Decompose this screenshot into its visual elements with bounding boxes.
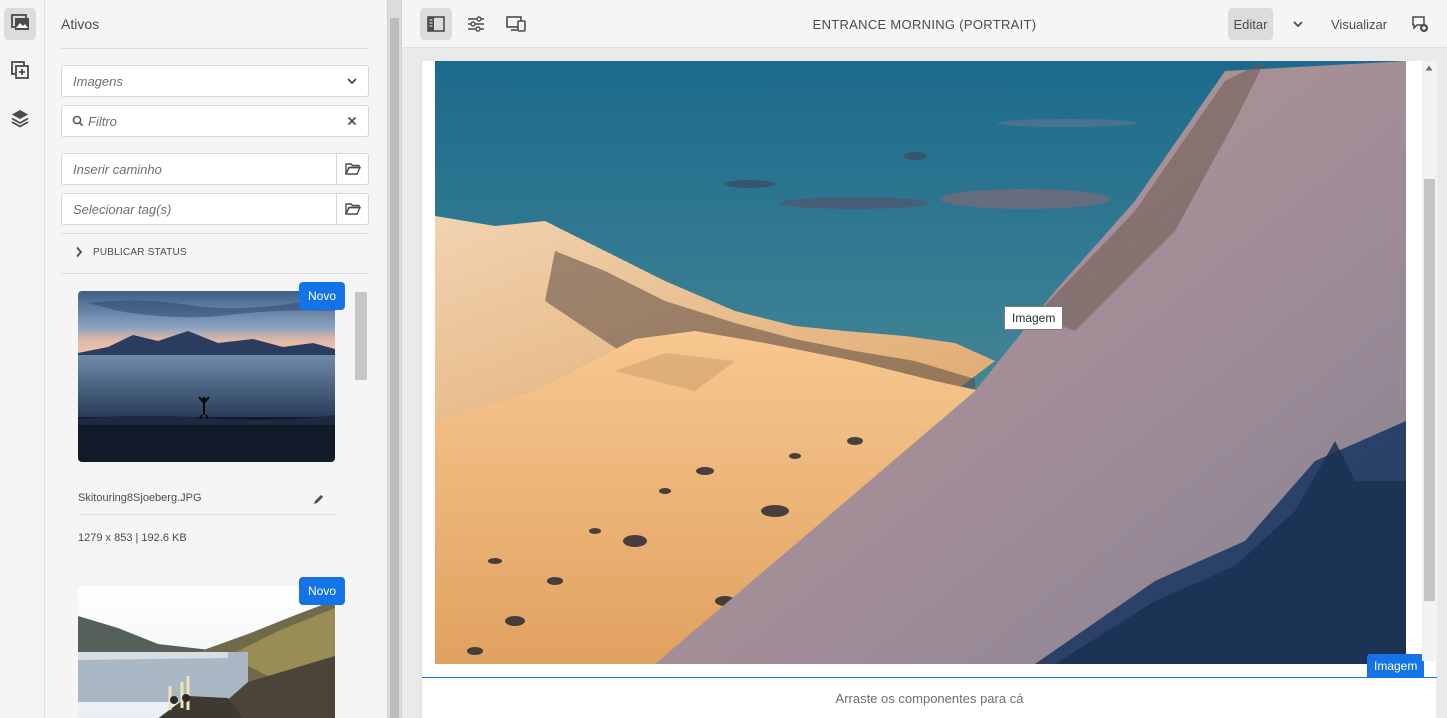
component-dropzone[interactable]: Arraste os componentes para cá — [422, 678, 1437, 718]
page-frame: Imagem Imagem Arraste os componentes par… — [421, 61, 1437, 718]
layers-icon — [10, 108, 30, 133]
image-component[interactable] — [435, 61, 1406, 664]
chevron-down-icon — [1292, 18, 1304, 30]
path-placeholder: Inserir caminho — [73, 161, 162, 177]
chevron-down-icon — [336, 66, 368, 96]
mode-dropdown-button[interactable] — [1282, 8, 1314, 40]
divider — [61, 273, 369, 274]
clear-icon[interactable] — [336, 106, 368, 136]
folder-icon[interactable] — [336, 154, 368, 184]
page-scrollbar[interactable] — [1422, 61, 1437, 661]
assets-panel: Ativos Imagens Filtro Inserir caminho Se… — [45, 0, 387, 718]
top-toolbar: ENTRANCE MORNING (PORTRAIT) Editar Visua… — [402, 0, 1447, 48]
component-label-tag[interactable]: Imagem — [1367, 654, 1425, 678]
folder-icon[interactable] — [336, 194, 368, 224]
scrollbar-thumb[interactable] — [1424, 179, 1435, 601]
new-badge: Novo — [299, 577, 345, 605]
side-rail — [0, 0, 45, 718]
components-panel-button[interactable] — [4, 56, 36, 88]
editor-canvas: Imagem Imagem Arraste os componentes par… — [402, 48, 1447, 718]
content-tree-button[interactable] — [4, 104, 36, 136]
divider — [78, 514, 335, 515]
divider — [61, 48, 369, 49]
asset-meta: 1279 x 853 | 192.6 KB — [78, 532, 187, 544]
search-icon — [62, 115, 84, 127]
asset-type-value: Imagens — [73, 73, 123, 89]
edit-pencil-icon[interactable] — [313, 492, 324, 510]
components-add-icon — [10, 60, 30, 85]
asset-list-scrollbar[interactable] — [354, 290, 368, 718]
panel-splitter[interactable] — [387, 0, 402, 718]
assets-panel-button[interactable] — [4, 8, 36, 40]
annotations-button[interactable] — [1404, 8, 1436, 40]
publish-status-toggle[interactable]: PUBLICAR STATUS — [75, 246, 187, 258]
publish-status-label: PUBLICAR STATUS — [93, 246, 187, 258]
asset-thumbnail[interactable] — [78, 291, 335, 462]
path-field[interactable]: Inserir caminho — [61, 153, 369, 185]
filter-input[interactable]: Filtro — [61, 105, 369, 137]
chevron-up-icon[interactable] — [1425, 65, 1433, 71]
panel-title: Ativos — [61, 16, 100, 32]
tags-field[interactable]: Selecionar tag(s) — [61, 193, 369, 225]
new-badge: Novo — [299, 282, 345, 310]
splitter-thumb[interactable] — [390, 18, 399, 718]
annotate-add-icon — [1411, 15, 1429, 33]
filter-placeholder: Filtro — [88, 113, 117, 129]
preview-button[interactable]: Visualizar — [1331, 17, 1387, 32]
divider — [61, 233, 369, 234]
edit-mode-button[interactable]: Editar — [1228, 8, 1273, 40]
asset-filename: Skitouring8Sjoeberg.JPG — [78, 492, 202, 504]
asset-type-select[interactable]: Imagens — [61, 65, 369, 97]
tags-placeholder: Selecionar tag(s) — [73, 201, 172, 217]
assets-icon — [10, 12, 30, 37]
chevron-right-icon — [75, 246, 83, 258]
component-hover-tooltip: Imagem — [1004, 306, 1064, 330]
asset-thumbnail[interactable] — [78, 586, 335, 718]
scrollbar-thumb[interactable] — [355, 292, 367, 380]
